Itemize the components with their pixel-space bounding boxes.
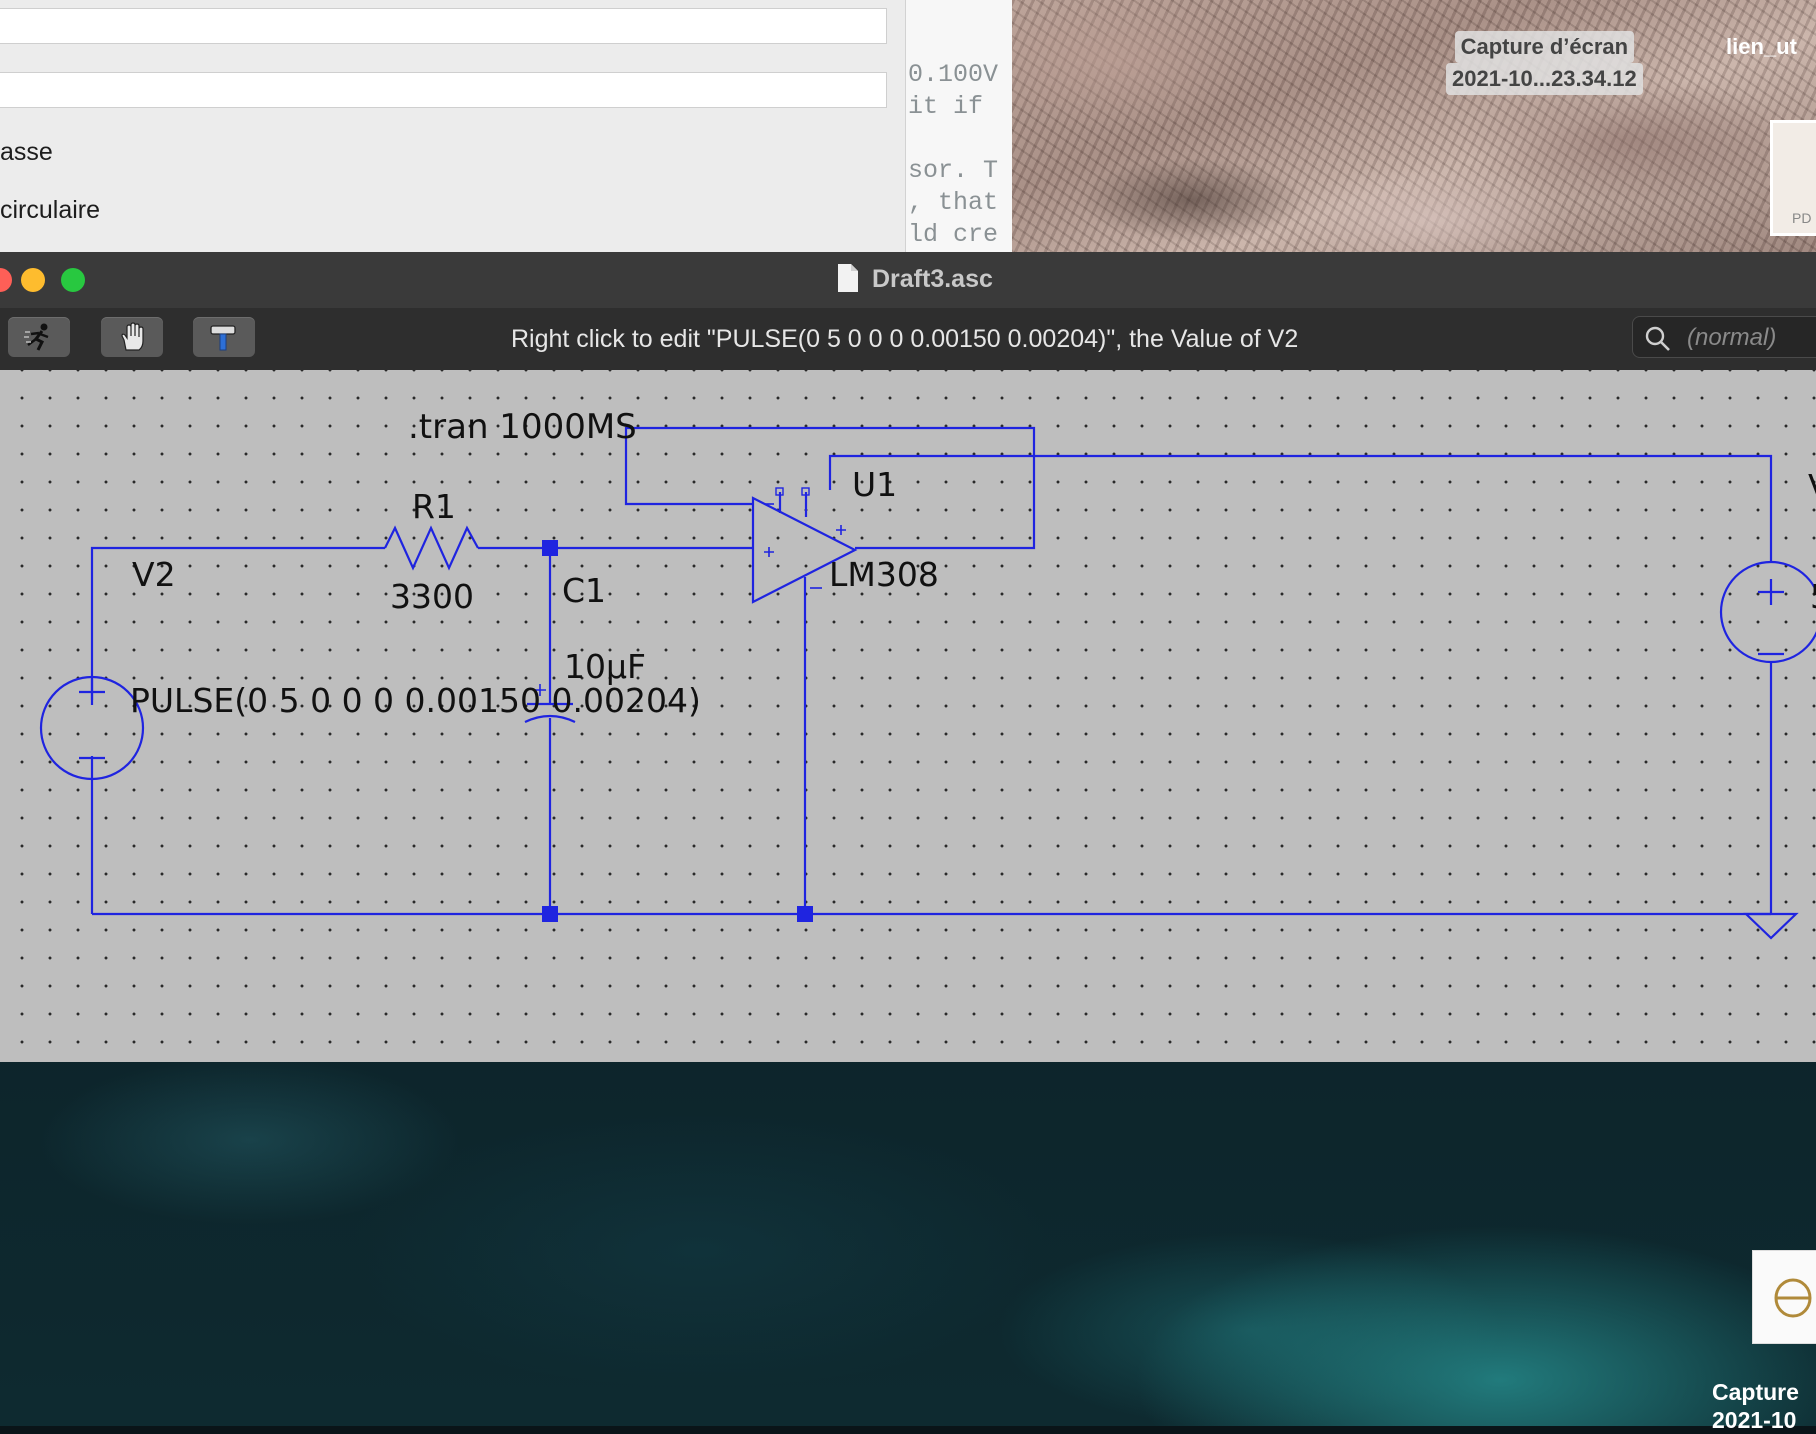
v2-value[interactable]: PULSE(0 5 0 0 0 0.00150 0.00204) [130, 684, 701, 717]
v2-plus [79, 679, 105, 705]
pref-label-asse: asse [0, 138, 53, 166]
junction-dot [542, 540, 558, 556]
dock-caption-line2: 2021-10 [1712, 1407, 1797, 1433]
pdf-thumb-label: PD [1792, 210, 1812, 226]
search-input[interactable] [1685, 323, 1816, 353]
dock-caption-line1: Capture [1712, 1379, 1799, 1405]
close-button[interactable] [0, 268, 12, 292]
c1-value[interactable]: 10µF [564, 650, 646, 683]
search-icon [1645, 326, 1670, 351]
minimize-button[interactable] [21, 268, 45, 292]
run-button[interactable] [8, 317, 70, 357]
desktop-file-capture[interactable]: Capture d’écran 2021-10...23.34.12 [1446, 31, 1643, 95]
r1-symbol [384, 525, 479, 571]
u1-vplus-mark [836, 525, 846, 535]
schematic-canvas[interactable]: .tran 1000MS R1 3300 C1 10µF V2 PULSE(0 … [0, 370, 1816, 1062]
pref-label-circulaire: circulaire [0, 196, 101, 224]
ltspice-window: Draft3.asc Right click to edit "PULSE(0 … [0, 252, 1816, 1062]
code-line: , that [908, 188, 999, 217]
junction-dot [542, 906, 558, 922]
code-line: sor. T [908, 156, 999, 185]
code-line: it if [908, 92, 984, 121]
r1-label[interactable]: R1 [412, 490, 456, 523]
v1-label[interactable]: V [1808, 470, 1816, 503]
u1-plus [764, 547, 774, 557]
status-message: Right click to edit "PULSE(0 5 0 0 0 0.0… [511, 325, 1299, 353]
pan-button[interactable] [101, 317, 163, 357]
document-icon [838, 264, 858, 292]
desktop-file-thumbnail[interactable] [1752, 1250, 1816, 1344]
ground-symbol [1743, 912, 1799, 940]
text-field-2[interactable] [0, 72, 887, 108]
desktop-file-label-line2: 2021-10...23.34.12 [1446, 63, 1643, 95]
hammer-icon [210, 325, 236, 351]
search-box[interactable] [1632, 316, 1816, 358]
junction-dot [797, 906, 813, 922]
v1-symbol [1719, 560, 1816, 664]
run-icon [24, 323, 49, 351]
u1-model[interactable]: LM308 [829, 558, 939, 591]
zoom-button[interactable] [61, 268, 85, 292]
code-line: 0.100V [908, 60, 999, 89]
title-bar[interactable]: Draft3.asc [0, 252, 1816, 309]
desktop-file-label-line1: Capture d’écran [1454, 31, 1635, 63]
code-window: 0.100V it if sor. T , that ld cre [905, 0, 1013, 252]
preferences-window: asse circulaire [0, 0, 905, 253]
hammer-button[interactable] [193, 317, 255, 357]
wire-vplus [828, 454, 1773, 562]
text-field-1[interactable] [0, 8, 887, 44]
r1-value[interactable]: 3300 [390, 580, 474, 613]
window-title: Draft3.asc [872, 265, 993, 293]
document-logo-icon [1774, 1278, 1812, 1318]
spice-directive[interactable]: .tran 1000MS [408, 410, 637, 444]
u1-label[interactable]: U1 [852, 468, 897, 501]
desktop-file-lien[interactable]: lien_ut [1726, 31, 1797, 63]
v2-label[interactable]: V2 [132, 558, 176, 591]
toolbar: Right click to edit "PULSE(0 5 0 0 0 0.0… [0, 308, 1816, 371]
rock-wallpaper [1012, 0, 1816, 252]
code-line: ld cre [908, 220, 999, 249]
v1-plus [1758, 579, 1784, 605]
wire-v2 [90, 546, 385, 914]
v1-value[interactable]: 5 [1810, 580, 1816, 613]
c1-label[interactable]: C1 [562, 574, 606, 607]
hand-icon [121, 322, 144, 351]
